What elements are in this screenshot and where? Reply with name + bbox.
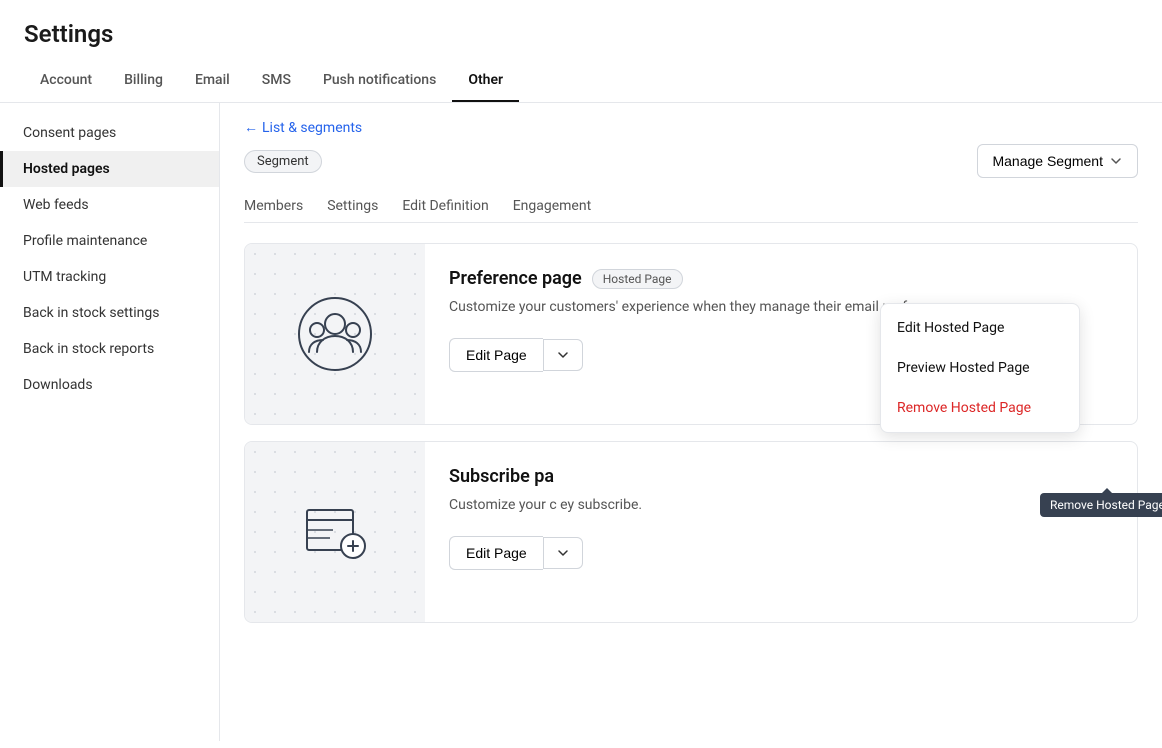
sidebar-item-consent-pages[interactable]: Consent pages: [0, 115, 219, 151]
segment-header: Segment Manage Segment: [244, 144, 1138, 190]
nav-item-email[interactable]: Email: [179, 60, 246, 102]
card-title-preference: Preference page: [449, 268, 582, 289]
group-icon: [295, 294, 375, 374]
sidebar-item-utm-tracking[interactable]: UTM tracking: [0, 259, 219, 295]
sidebar-item-hosted-pages[interactable]: Hosted pages: [0, 151, 219, 187]
nav-item-billing[interactable]: Billing: [108, 60, 179, 102]
breadcrumb: ← List & segments: [244, 103, 1138, 144]
segment-badge: Segment: [244, 150, 322, 173]
sidebar-item-web-feeds[interactable]: Web feeds: [0, 187, 219, 223]
sidebar-item-back-in-stock-settings[interactable]: Back in stock settings: [0, 295, 219, 331]
sidebar-item-downloads[interactable]: Downloads: [0, 367, 219, 403]
nav-item-sms[interactable]: SMS: [246, 60, 307, 102]
back-arrow-icon: ←: [244, 119, 258, 136]
card-title-row-subscribe: Subscribe pa: [449, 466, 1113, 487]
chevron-down-icon: [1109, 154, 1123, 168]
page-title: Settings: [0, 0, 1162, 60]
card-image-preference: [245, 244, 425, 424]
sidebar-item-profile-maintenance[interactable]: Profile maintenance: [0, 223, 219, 259]
nav-item-push[interactable]: Push notifications: [307, 60, 452, 102]
edit-page-button-preference[interactable]: Edit Page: [449, 338, 543, 372]
dropdown-item-remove-hosted-page[interactable]: Remove Hosted Page: [881, 388, 1079, 428]
card-title-row-preference: Preference page Hosted Page: [449, 268, 1113, 289]
sub-nav-engagement[interactable]: Engagement: [513, 190, 591, 222]
dropdown-item-preview-hosted-page[interactable]: Preview Hosted Page: [881, 348, 1079, 388]
dropdown-toggle-subscribe[interactable]: [543, 537, 583, 569]
sub-nav: Members Settings Edit Definition Engagem…: [244, 190, 1138, 223]
nav-item-account[interactable]: Account: [24, 60, 108, 102]
sub-nav-settings[interactable]: Settings: [327, 190, 378, 222]
main-content: ← List & segments Segment Manage Segment…: [220, 103, 1162, 741]
breadcrumb-link[interactable]: ← List & segments: [244, 119, 362, 136]
sidebar: Consent pages Hosted pages Web feeds Pro…: [0, 103, 220, 741]
card-badge-preference: Hosted Page: [592, 269, 683, 289]
card-image-subscribe: [245, 442, 425, 622]
dropdown-menu: Edit Hosted Page Preview Hosted Page Rem…: [880, 303, 1080, 433]
sub-nav-members[interactable]: Members: [244, 190, 303, 222]
manage-segment-label: Manage Segment: [992, 153, 1103, 169]
subscribe-icon: [295, 492, 375, 572]
nav-item-other[interactable]: Other: [452, 60, 519, 102]
sidebar-item-back-in-stock-reports[interactable]: Back in stock reports: [0, 331, 219, 367]
card-actions-subscribe: Edit Page: [449, 536, 1113, 570]
tooltip-remove-hosted-page: Remove Hosted Page: [1040, 493, 1162, 517]
sub-nav-edit-definition[interactable]: Edit Definition: [402, 190, 488, 222]
breadcrumb-link-label: List & segments: [262, 120, 362, 136]
edit-page-button-subscribe[interactable]: Edit Page: [449, 536, 543, 570]
card-subscribe-page: Subscribe pa Customize your c ey subscri…: [244, 441, 1138, 623]
dropdown-item-edit-hosted-page[interactable]: Edit Hosted Page: [881, 308, 1079, 348]
dropdown-chevron-icon: [556, 348, 570, 362]
dropdown-toggle-preference[interactable]: [543, 339, 583, 371]
card-title-subscribe: Subscribe pa: [449, 466, 554, 487]
manage-segment-button[interactable]: Manage Segment: [977, 144, 1138, 178]
card-desc-subscribe: Customize your c ey subscribe.: [449, 495, 1113, 516]
card-body-subscribe: Subscribe pa Customize your c ey subscri…: [425, 442, 1137, 622]
top-nav: Account Billing Email SMS Push notificat…: [0, 60, 1162, 103]
dropdown-chevron-icon-2: [556, 546, 570, 560]
